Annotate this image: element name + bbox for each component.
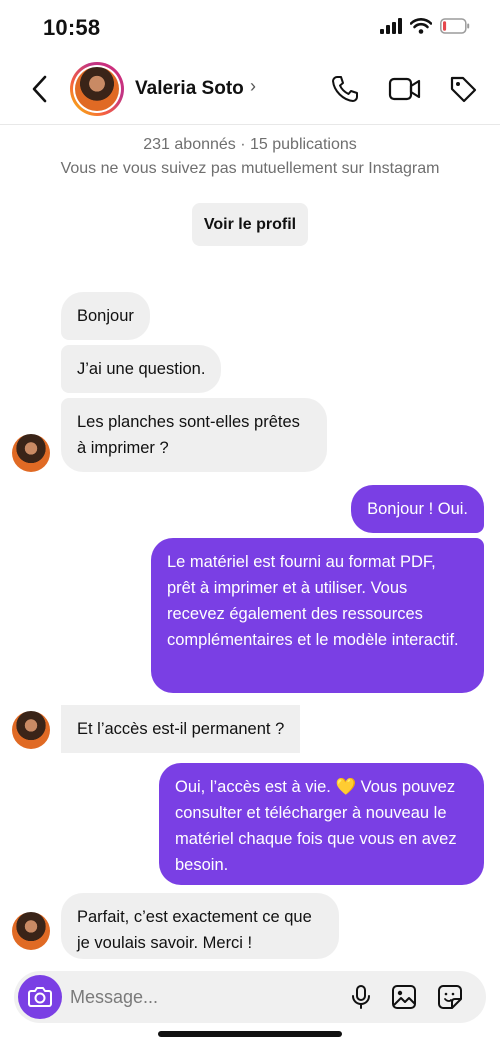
message-bubble[interactable]: Et l’accès est-il permanent ?: [61, 705, 301, 753]
battery-icon: [440, 18, 470, 34]
sender-avatar[interactable]: [12, 711, 50, 749]
sender-avatar[interactable]: [12, 912, 50, 950]
camera-button[interactable]: [18, 975, 62, 1019]
message-bubble[interactable]: Bonjour ! Oui.: [351, 485, 484, 533]
wifi-icon: [410, 18, 432, 34]
view-profile-button[interactable]: Voir le profil: [192, 203, 308, 246]
profile-stats: 231 abonnés · 15 publications: [143, 136, 357, 153]
avatar-photo: [75, 67, 119, 111]
message-bubble[interactable]: Le matériel est fourni au format PDF, pr…: [151, 538, 484, 693]
message-bubble[interactable]: Parfait, c’est exactement ce que je voul…: [61, 893, 339, 959]
cellular-signal-icon: [380, 18, 402, 34]
message-bubble[interactable]: Oui, l’accès est à vie. 💛 Vous pouvez co…: [159, 763, 484, 885]
status-time: 10:58: [43, 15, 101, 40]
battery-fill: [443, 21, 447, 31]
sticker-icon[interactable]: [437, 984, 463, 1010]
avatar[interactable]: [70, 62, 124, 116]
gallery-icon[interactable]: [391, 984, 417, 1010]
message-bubble[interactable]: Les planches sont-elles prêtes à imprime…: [61, 398, 327, 472]
phone-icon[interactable]: [330, 74, 360, 104]
back-chevron-icon[interactable]: [26, 72, 54, 106]
name-chevron-icon[interactable]: ›: [250, 76, 256, 97]
status-bar: 10:58: [0, 0, 500, 56]
message-bubble[interactable]: Bonjour: [61, 292, 150, 340]
message-bubble[interactable]: J’ai une question.: [61, 345, 222, 393]
chat-header: Valeria Soto ›: [0, 56, 500, 125]
camera-icon: [28, 987, 52, 1007]
sender-avatar[interactable]: [12, 434, 50, 472]
status-icons: [380, 18, 470, 34]
message-input[interactable]: Message...: [70, 987, 158, 1008]
tag-icon[interactable]: [448, 74, 478, 104]
message-composer: Message...: [14, 971, 486, 1023]
home-indicator: [158, 1031, 342, 1037]
video-icon[interactable]: [388, 74, 422, 104]
microphone-icon[interactable]: [348, 984, 374, 1010]
contact-name[interactable]: Valeria Soto: [135, 78, 244, 100]
mutual-follow-note: Vous ne vous suivez pas mutuellement sur…: [60, 160, 440, 177]
